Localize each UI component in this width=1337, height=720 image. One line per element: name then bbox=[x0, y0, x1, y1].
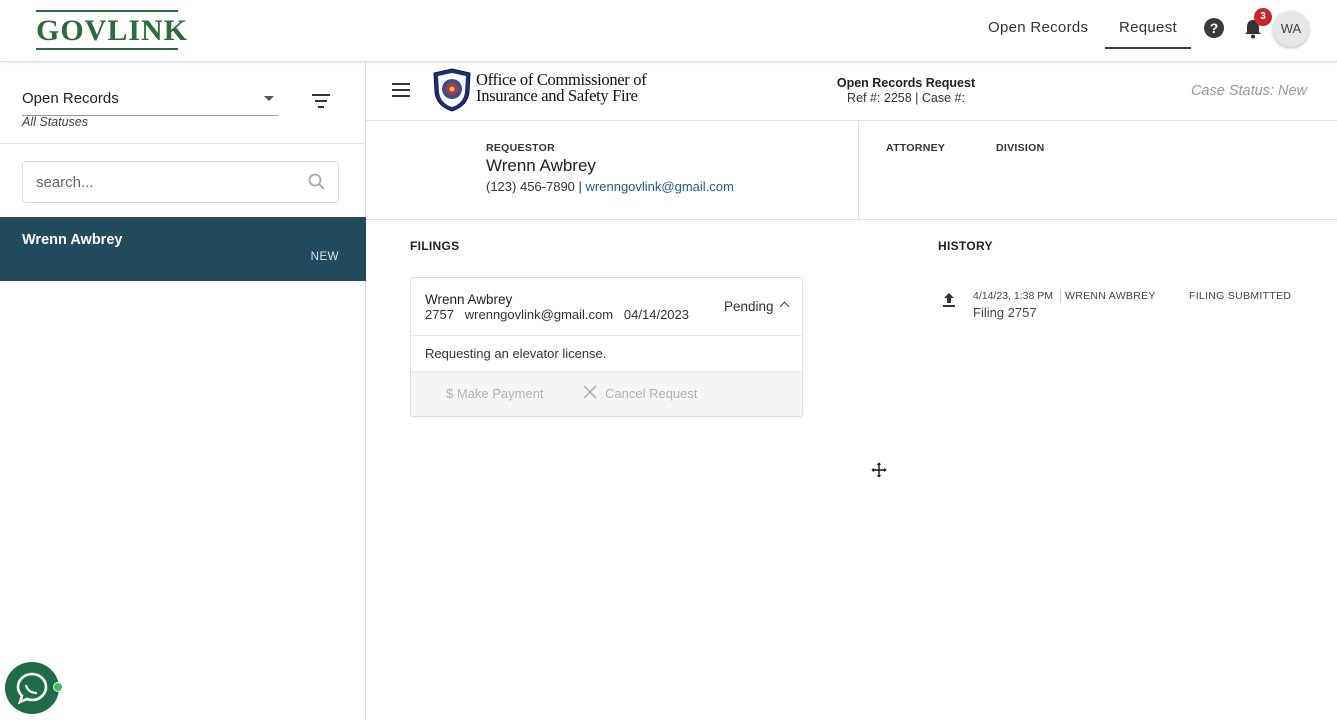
requestor-contact: (123) 456-7890 | wrenngovlink@gmail.com bbox=[486, 179, 734, 194]
move-cursor-icon bbox=[871, 462, 887, 478]
info-divider bbox=[858, 121, 859, 220]
division-label: DIVISION bbox=[996, 142, 1045, 154]
close-icon bbox=[583, 385, 597, 399]
hamburger-menu-icon[interactable] bbox=[392, 83, 410, 97]
help-icon[interactable]: ? bbox=[1204, 18, 1224, 38]
top-bar: GOVLINK Open Records Request ? 3 WA bbox=[0, 0, 1337, 62]
search-icon[interactable] bbox=[307, 172, 327, 192]
search-input[interactable] bbox=[36, 172, 286, 192]
requestor-email-link[interactable]: wrenngovlink@gmail.com bbox=[586, 179, 734, 194]
history-event: FILING SUBMITTED bbox=[1189, 290, 1292, 302]
cancel-request-button[interactable]: Cancel Request bbox=[605, 386, 698, 401]
case-list-item[interactable]: Wrenn Awbrey NEW bbox=[0, 217, 366, 281]
logo-top-rule bbox=[36, 10, 178, 12]
case-status-badge: NEW bbox=[310, 251, 339, 263]
history-user: WRENN AWBREY bbox=[1065, 290, 1156, 302]
history-separator bbox=[1060, 290, 1061, 302]
upload-icon bbox=[943, 293, 955, 307]
filing-card: Wrenn Awbrey 2757 wrenngovlink@gmail.com… bbox=[410, 277, 803, 417]
make-payment-button[interactable]: $ Make Payment bbox=[446, 386, 544, 401]
request-header: Office of Commissioner of Insurance and … bbox=[366, 62, 1337, 121]
case-name: Wrenn Awbrey bbox=[22, 232, 123, 248]
history-heading: HISTORY bbox=[938, 239, 993, 253]
govlink-logo[interactable]: GOVLINK bbox=[36, 10, 189, 52]
filing-card-header[interactable]: Wrenn Awbrey 2757 wrenngovlink@gmail.com… bbox=[411, 278, 802, 336]
filing-description: Requesting an elevator license. bbox=[425, 346, 607, 361]
status-filter-subtitle: All Statuses bbox=[22, 115, 89, 129]
request-title: Open Records Request bbox=[836, 76, 976, 90]
chat-icon bbox=[16, 672, 48, 705]
user-avatar[interactable]: WA bbox=[1273, 11, 1309, 47]
online-status-dot bbox=[53, 682, 63, 692]
filing-meta: 2757 wrenngovlink@gmail.com 04/14/2023 bbox=[425, 307, 689, 322]
requestor-label: REQUESTOR bbox=[486, 142, 556, 154]
filings-heading: FILINGS bbox=[410, 239, 460, 253]
requestor-phone: (123) 456-7890 bbox=[486, 179, 575, 194]
chat-support-button[interactable] bbox=[5, 662, 59, 714]
logo-text: GOVLINK bbox=[36, 14, 189, 47]
case-status: Case Status: New bbox=[1190, 83, 1307, 99]
filing-state: Pending bbox=[724, 299, 774, 314]
history-filing: Filing 2757 bbox=[973, 305, 1037, 320]
filing-date: 04/14/2023 bbox=[623, 307, 689, 322]
filter-icon[interactable] bbox=[312, 94, 330, 108]
notification-count-badge: 3 bbox=[1254, 8, 1272, 26]
logo-bottom-rule bbox=[36, 48, 178, 50]
nav-open-records[interactable]: Open Records bbox=[988, 19, 1088, 36]
requestor-name: Wrenn Awbrey bbox=[486, 156, 596, 175]
sidebar: Open Records All Statuses Wrenn Awbrey N… bbox=[0, 62, 366, 720]
office-seal-icon bbox=[433, 68, 471, 112]
history-date: 4/14/23, 1:38 PM bbox=[973, 290, 1053, 302]
contact-separator: | bbox=[578, 179, 586, 194]
filing-requestor-name: Wrenn Awbrey bbox=[425, 292, 513, 307]
status-select-value: Open Records bbox=[22, 90, 119, 107]
nav-request[interactable]: Request bbox=[1105, 19, 1191, 49]
requestor-info: REQUESTOR Wrenn Awbrey (123) 456-7890 | … bbox=[366, 121, 1337, 220]
chevron-up-icon[interactable] bbox=[779, 301, 790, 312]
attorney-label: ATTORNEY bbox=[886, 142, 946, 154]
sidebar-divider bbox=[0, 143, 366, 144]
filing-actions: $ Make Payment Cancel Request bbox=[411, 371, 802, 416]
caret-down-icon bbox=[264, 96, 274, 101]
filing-email: wrenngovlink@gmail.com bbox=[464, 307, 614, 322]
records-status-select[interactable]: Open Records bbox=[22, 90, 278, 116]
search-box bbox=[22, 161, 339, 203]
filing-id: 2757 bbox=[425, 307, 454, 322]
office-title-line2: Insurance and Safety Fire bbox=[476, 86, 638, 105]
office-title: Office of Commissioner of Insurance and … bbox=[476, 71, 647, 105]
request-reference: Ref #: 2258 | Case #: bbox=[847, 91, 965, 105]
